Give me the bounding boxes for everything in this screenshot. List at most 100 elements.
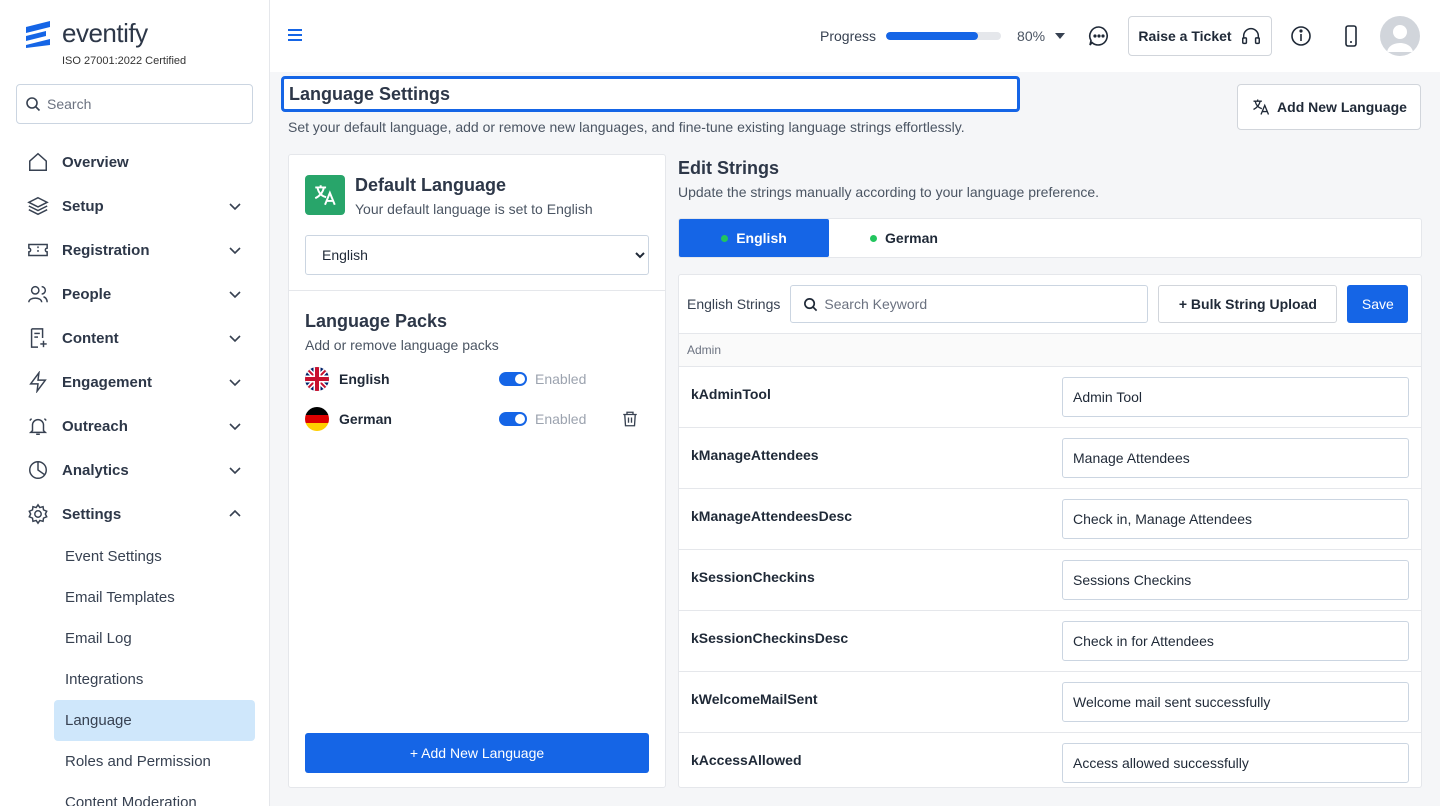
sidebar-subitem-integrations[interactable]: Integrations: [54, 659, 255, 700]
sidebar-item-label: Overview: [62, 153, 129, 171]
chevron-down-icon: [229, 423, 241, 431]
raise-ticket-button[interactable]: Raise a Ticket: [1128, 16, 1272, 56]
add-new-language-button[interactable]: Add New Language: [1237, 84, 1421, 130]
main-content: Language Settings Set your default langu…: [270, 72, 1440, 806]
string-value-input[interactable]: [1062, 377, 1409, 417]
divider: [289, 290, 665, 291]
translate-icon: [1253, 99, 1270, 115]
eventify-logo-icon: [26, 20, 50, 48]
string-value-input[interactable]: [1062, 621, 1409, 661]
sidebar-item-label: Outreach: [62, 417, 128, 435]
tab-label: English: [736, 230, 787, 246]
search-icon: [26, 97, 41, 112]
language-pack-name: German: [339, 411, 392, 427]
sidebar-item-label: Settings: [62, 505, 122, 523]
caret-down-icon[interactable]: [1055, 33, 1066, 39]
lightning-icon: [26, 370, 50, 394]
string-key: kManageAttendees: [691, 447, 819, 463]
user-icon: [1387, 25, 1413, 52]
strings-table: English Strings + Bulk String Upload Sav…: [678, 274, 1422, 788]
certification-text: ISO 27001:2022 Certified: [62, 55, 187, 67]
sidebar-item-settings[interactable]: Settings: [0, 492, 269, 536]
table-row: kManageAttendeesDesc: [679, 489, 1421, 550]
string-value-input[interactable]: [1062, 560, 1409, 600]
layers-icon: [26, 194, 50, 218]
sidebar-item-overview[interactable]: Overview: [0, 140, 269, 184]
page-title: Language Settings: [281, 76, 1020, 112]
mobile-icon[interactable]: [1339, 24, 1363, 48]
sidebar-search-input[interactable]: [47, 96, 247, 112]
sidebar-item-analytics[interactable]: Analytics: [0, 448, 269, 492]
chat-icon[interactable]: [1087, 24, 1111, 48]
brand: eventify ISO 27001:2022 Certified: [24, 18, 186, 67]
sidebar-search[interactable]: [16, 84, 253, 124]
sidebar-item-registration[interactable]: Registration: [0, 228, 269, 272]
sidebar-item-engagement[interactable]: Engagement: [0, 360, 269, 404]
sidebar-subitem-email-templates[interactable]: Email Templates: [54, 577, 255, 618]
string-value-input[interactable]: [1062, 438, 1409, 478]
sidebar-subitem-roles-and-permission[interactable]: Roles and Permission: [54, 741, 255, 782]
status-dot: [721, 234, 729, 242]
string-key: kSessionCheckins: [691, 569, 815, 585]
sidebar-item-label: Engagement: [62, 373, 153, 391]
add-language-pack-button[interactable]: + Add New Language: [305, 733, 649, 773]
gear-icon: [26, 502, 50, 526]
sidebar-item-outreach[interactable]: Outreach: [0, 404, 269, 448]
hamburger-menu-icon[interactable]: [286, 26, 304, 44]
sidebar-subitem-event-settings[interactable]: Event Settings: [54, 536, 255, 577]
document-icon: [26, 326, 50, 350]
sidebar-subitem-language[interactable]: Language: [54, 700, 255, 741]
raise-ticket-label: Raise a Ticket: [1138, 28, 1232, 44]
string-group-header: Admin: [679, 333, 1421, 367]
table-row: kSessionCheckinsDesc: [679, 611, 1421, 672]
keyword-search[interactable]: [790, 285, 1149, 323]
sidebar-subitem-content-moderation[interactable]: Content Moderation: [54, 782, 255, 806]
sidebar-item-label: Content: [62, 329, 119, 347]
settings-submenu: Event Settings Email Templates Email Log…: [0, 536, 269, 806]
status-dot: [870, 234, 878, 242]
headset-icon: [1241, 28, 1260, 45]
string-value-input[interactable]: [1062, 682, 1409, 722]
string-value-input[interactable]: [1062, 499, 1409, 539]
sidebar-item-people[interactable]: People: [0, 272, 269, 316]
string-value-input[interactable]: [1062, 743, 1409, 783]
strings-toolbar-label: English Strings: [687, 296, 781, 312]
sidebar-subitem-email-log[interactable]: Email Log: [54, 618, 255, 659]
edit-strings-title: Edit Strings: [678, 158, 780, 178]
bell-icon: [26, 414, 50, 438]
sidebar-item-content[interactable]: Content: [0, 316, 269, 360]
table-row: kAccessAllowed: [679, 733, 1421, 787]
uk-flag-icon: [305, 367, 329, 391]
language-pack-toggle[interactable]: [499, 372, 527, 386]
string-key: kWelcomeMailSent: [691, 691, 818, 707]
sidebar-item-label: Setup: [62, 197, 104, 215]
language-pack-row: English Enabled: [305, 366, 649, 392]
topbar: Progress 80% Raise a Ticket: [270, 0, 1440, 72]
language-pack-name: English: [339, 371, 390, 387]
info-icon[interactable]: [1289, 24, 1313, 48]
chevron-down-icon: [229, 291, 241, 299]
brand-name: eventify: [62, 18, 148, 48]
ticket-icon: [26, 238, 50, 262]
save-button[interactable]: Save: [1347, 285, 1409, 323]
language-packs-title: Language Packs: [305, 311, 448, 331]
progress-indicator[interactable]: Progress 80%: [820, 28, 1066, 44]
chevron-up-icon: [229, 509, 241, 517]
sidebar: eventify ISO 27001:2022 Certified Overvi…: [0, 0, 270, 806]
language-tabs: English German: [678, 218, 1422, 258]
keyword-search-input[interactable]: [824, 296, 1145, 312]
default-language-select[interactable]: English: [305, 235, 649, 275]
sidebar-item-label: Registration: [62, 241, 150, 259]
user-avatar[interactable]: [1380, 16, 1420, 56]
bulk-string-upload-button[interactable]: + Bulk String Upload: [1158, 285, 1338, 323]
trash-icon[interactable]: [621, 410, 639, 428]
sidebar-item-setup[interactable]: Setup: [0, 184, 269, 228]
tab-english[interactable]: English: [679, 219, 829, 257]
language-pack-toggle[interactable]: [499, 412, 527, 426]
string-key: kManageAttendeesDesc: [691, 508, 853, 524]
chevron-down-icon: [229, 247, 241, 255]
sidebar-nav: Overview Setup Registration People Conte…: [0, 140, 269, 806]
table-row: kManageAttendees: [679, 428, 1421, 489]
string-key: kAccessAllowed: [691, 752, 802, 768]
tab-german[interactable]: German: [829, 219, 979, 257]
